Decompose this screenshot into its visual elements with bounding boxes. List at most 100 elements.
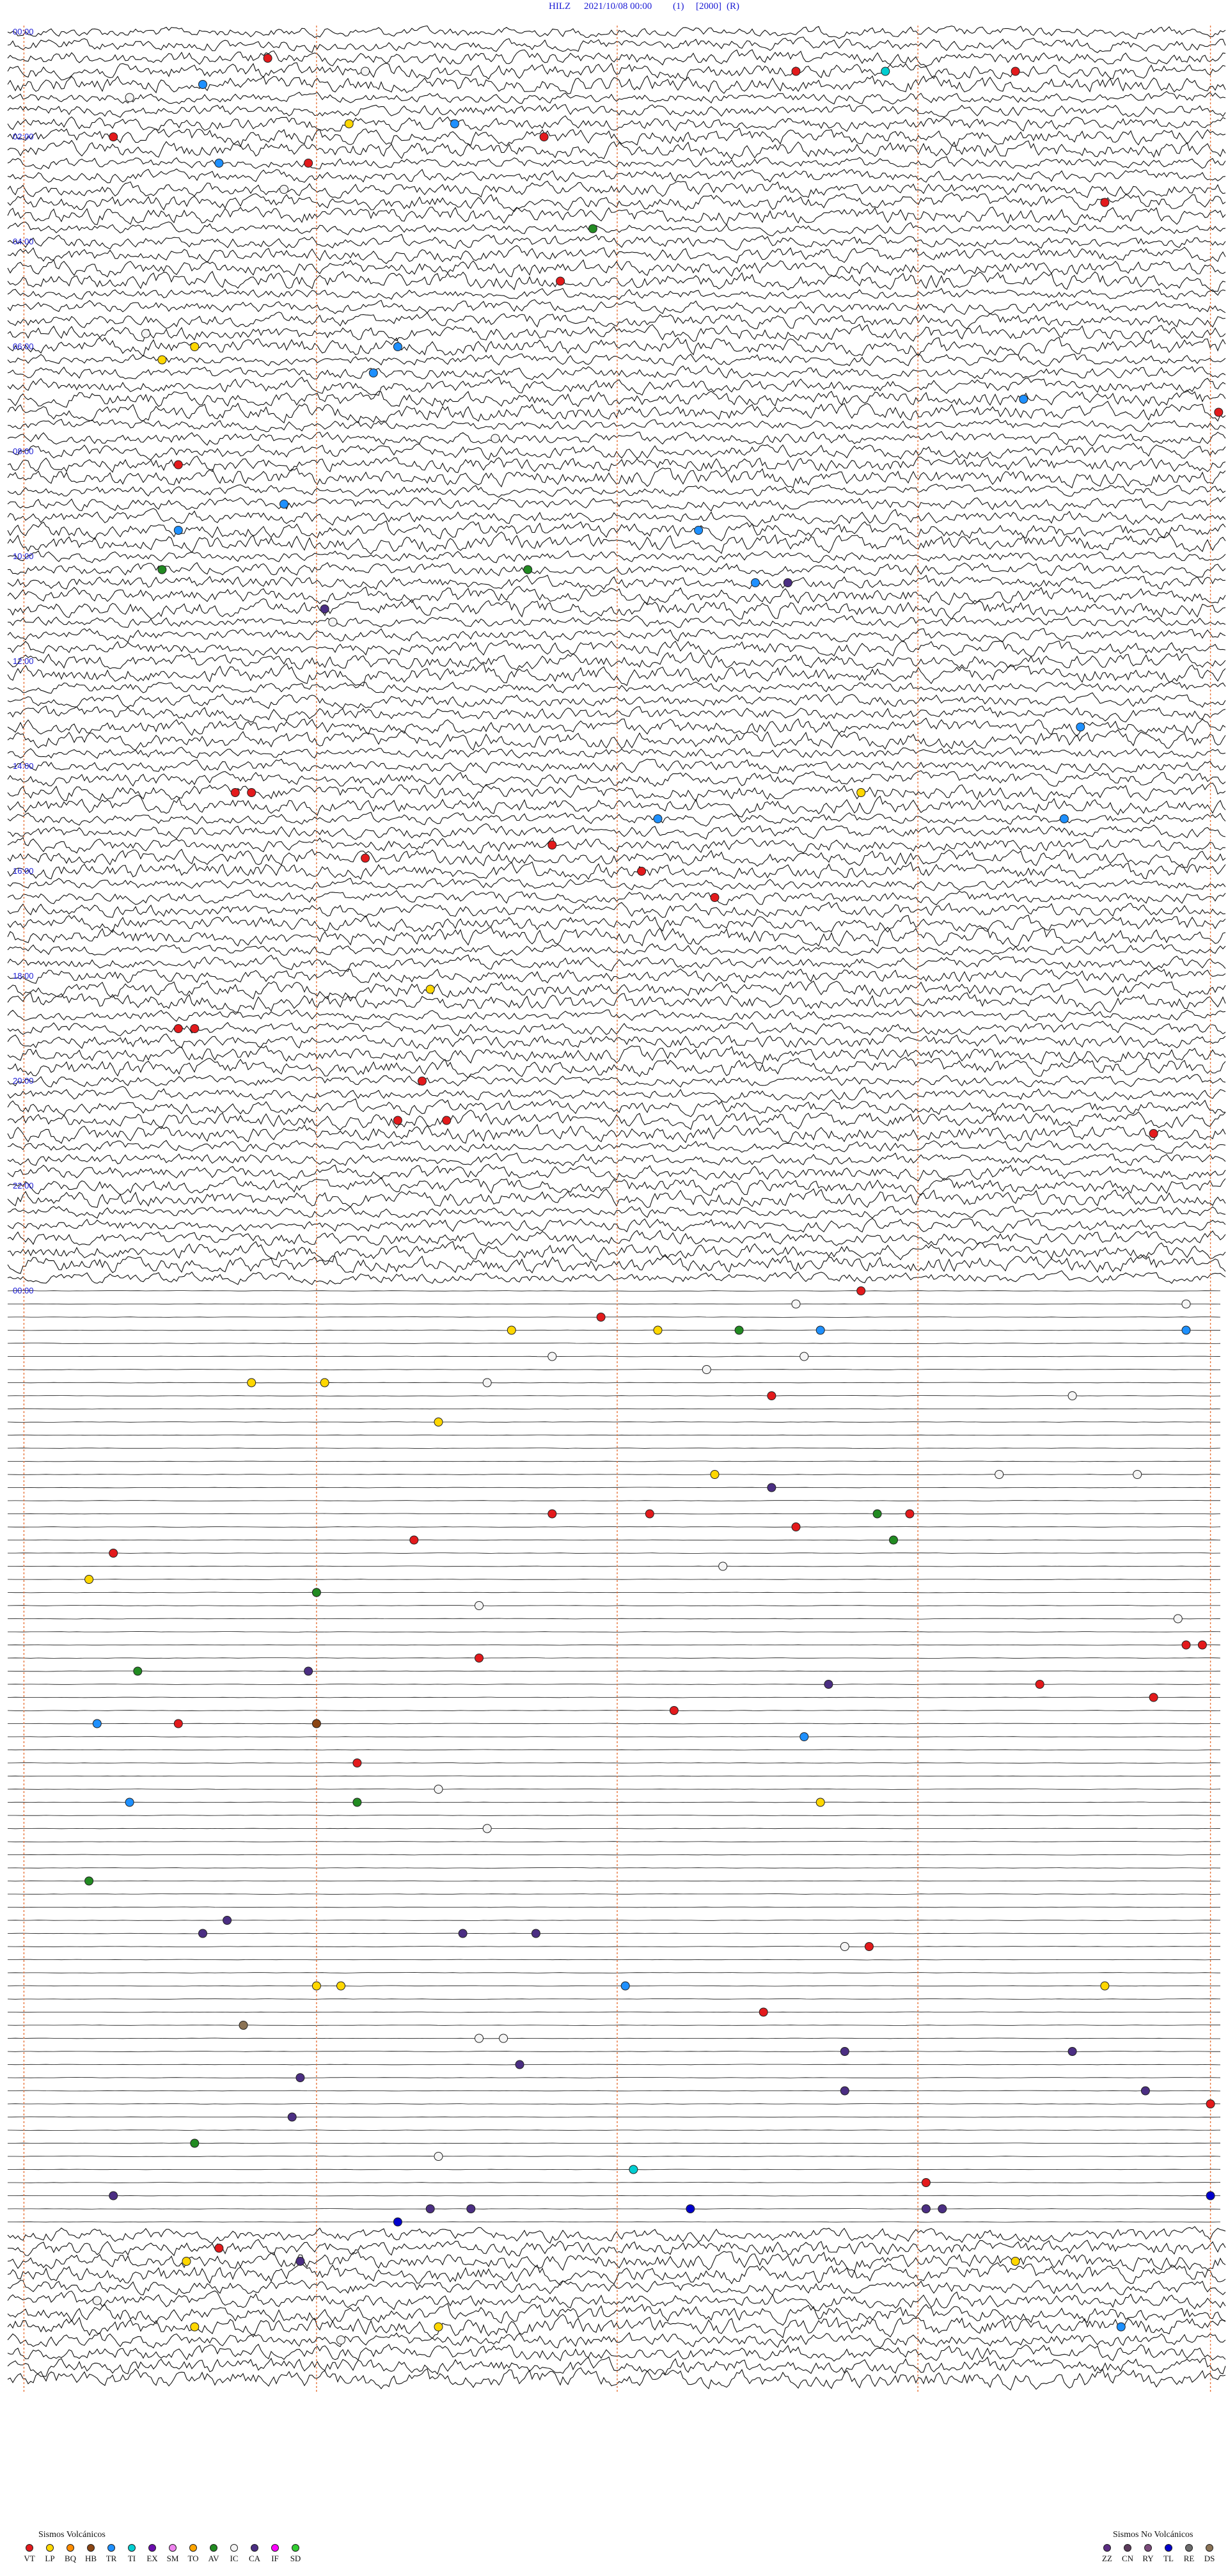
event-marker-ic[interactable] [361, 67, 370, 76]
event-marker-ic[interactable] [1181, 1299, 1191, 1309]
event-marker-vt[interactable] [637, 867, 647, 876]
event-marker-tr[interactable] [1076, 722, 1085, 732]
event-marker-tr[interactable] [694, 526, 704, 535]
event-marker-ic[interactable] [995, 1470, 1004, 1479]
event-marker-vt[interactable] [921, 2178, 931, 2187]
event-marker-ic[interactable] [475, 1601, 484, 1610]
event-marker-ca[interactable] [198, 1929, 207, 1938]
event-marker-ic[interactable] [547, 1352, 557, 1361]
event-marker-vt[interactable] [1181, 1640, 1191, 1650]
event-marker-vt[interactable] [247, 788, 256, 797]
event-marker-tl[interactable] [686, 2204, 695, 2213]
event-marker-tr[interactable] [1116, 2322, 1126, 2332]
event-marker-tl[interactable] [393, 2217, 402, 2227]
event-marker-lp[interactable] [434, 1418, 443, 1426]
event-marker-av[interactable] [84, 1876, 94, 1886]
event-marker-av[interactable] [588, 224, 597, 233]
event-marker-vt[interactable] [539, 132, 549, 141]
event-marker-vt[interactable] [393, 1116, 402, 1125]
event-marker-vt[interactable] [173, 1719, 183, 1728]
event-marker-ca[interactable] [531, 1929, 540, 1938]
event-marker-vt[interactable] [442, 1116, 452, 1125]
event-marker-vt[interactable] [864, 1942, 874, 1951]
event-marker-vt[interactable] [1011, 67, 1020, 76]
event-marker-ca[interactable] [295, 2257, 305, 2266]
event-marker-ic[interactable] [1173, 1614, 1183, 1624]
event-marker-lp[interactable] [425, 984, 435, 994]
event-marker-tr[interactable] [173, 526, 183, 535]
event-marker-vt[interactable] [767, 1391, 776, 1400]
event-marker-ic[interactable] [499, 2034, 508, 2043]
event-marker-vt[interactable] [547, 1509, 557, 1519]
event-marker-ca[interactable] [287, 2112, 297, 2122]
event-marker-tr[interactable] [393, 342, 402, 351]
event-marker-lp[interactable] [710, 1470, 720, 1479]
event-marker-ic[interactable] [328, 617, 338, 627]
event-marker-lp[interactable] [815, 1798, 825, 1807]
event-marker-tl[interactable] [1206, 2191, 1215, 2201]
event-marker-lp[interactable] [320, 1378, 329, 1387]
event-marker-vt[interactable] [263, 54, 272, 63]
event-marker-vt[interactable] [1149, 1693, 1158, 1702]
event-marker-ca[interactable] [515, 2060, 524, 2069]
event-marker-vt[interactable] [710, 893, 720, 902]
event-marker-ic[interactable] [840, 1942, 849, 1951]
event-marker-ca[interactable] [425, 2204, 435, 2213]
event-marker-vt[interactable] [856, 1286, 866, 1295]
event-marker-ca[interactable] [466, 2204, 476, 2213]
event-marker-ca[interactable] [1067, 2047, 1077, 2056]
event-marker-ic[interactable] [434, 1785, 443, 1794]
event-marker-tr[interactable] [92, 1719, 102, 1728]
event-marker-vt[interactable] [1100, 198, 1110, 207]
event-marker-lp[interactable] [182, 2257, 191, 2266]
event-marker-ca[interactable] [938, 2204, 947, 2213]
event-marker-av[interactable] [523, 565, 533, 574]
event-marker-ic[interactable] [791, 1299, 801, 1309]
event-marker-vt[interactable] [1197, 1640, 1207, 1650]
event-marker-tr[interactable] [751, 578, 760, 587]
event-marker-lp[interactable] [311, 1981, 321, 1991]
event-marker-tr[interactable] [198, 80, 207, 89]
event-marker-lp[interactable] [190, 342, 200, 351]
event-marker-vt[interactable] [304, 159, 313, 168]
event-marker-ic[interactable] [482, 1824, 492, 1833]
event-marker-av[interactable] [889, 1535, 898, 1545]
event-marker-tr[interactable] [368, 368, 378, 377]
event-marker-lp[interactable] [247, 1378, 256, 1387]
event-marker-ic[interactable] [279, 185, 288, 194]
event-marker-ic[interactable] [92, 2296, 102, 2305]
event-marker-vt[interactable] [409, 1535, 419, 1545]
event-marker-ca[interactable] [921, 2204, 931, 2213]
event-marker-av[interactable] [157, 565, 167, 574]
event-marker-lp[interactable] [653, 1325, 663, 1335]
event-marker-ic[interactable] [125, 93, 134, 102]
event-marker-ti[interactable] [881, 67, 890, 76]
event-marker-tr[interactable] [125, 1798, 134, 1807]
event-marker-vt[interactable] [596, 1313, 606, 1322]
event-marker-vt[interactable] [173, 1024, 183, 1033]
event-marker-vt[interactable] [791, 67, 801, 76]
event-marker-tr[interactable] [279, 500, 288, 509]
event-marker-lp[interactable] [1011, 2257, 1020, 2266]
event-marker-vt[interactable] [230, 788, 240, 797]
event-marker-vt[interactable] [352, 1758, 362, 1767]
event-marker-ic[interactable] [475, 2034, 484, 2043]
event-marker-ic[interactable] [336, 2335, 345, 2344]
event-marker-ic[interactable] [1067, 1391, 1077, 1400]
event-marker-tr[interactable] [653, 814, 663, 823]
event-marker-vt[interactable] [418, 1077, 427, 1086]
event-marker-ic[interactable] [491, 434, 500, 443]
event-marker-ca[interactable] [840, 2047, 849, 2056]
event-marker-av[interactable] [352, 1798, 362, 1807]
event-marker-lp[interactable] [344, 119, 354, 129]
event-marker-vt[interactable] [190, 1024, 200, 1033]
event-marker-vt[interactable] [645, 1509, 654, 1519]
event-marker-lp[interactable] [434, 2322, 443, 2332]
event-marker-av[interactable] [734, 1325, 744, 1335]
event-marker-ca[interactable] [109, 2191, 118, 2201]
event-marker-ca[interactable] [783, 578, 792, 587]
event-marker-vt[interactable] [1149, 1129, 1158, 1138]
event-marker-vt[interactable] [361, 853, 370, 863]
event-marker-vt[interactable] [1214, 407, 1224, 417]
event-marker-ca[interactable] [295, 2073, 305, 2082]
